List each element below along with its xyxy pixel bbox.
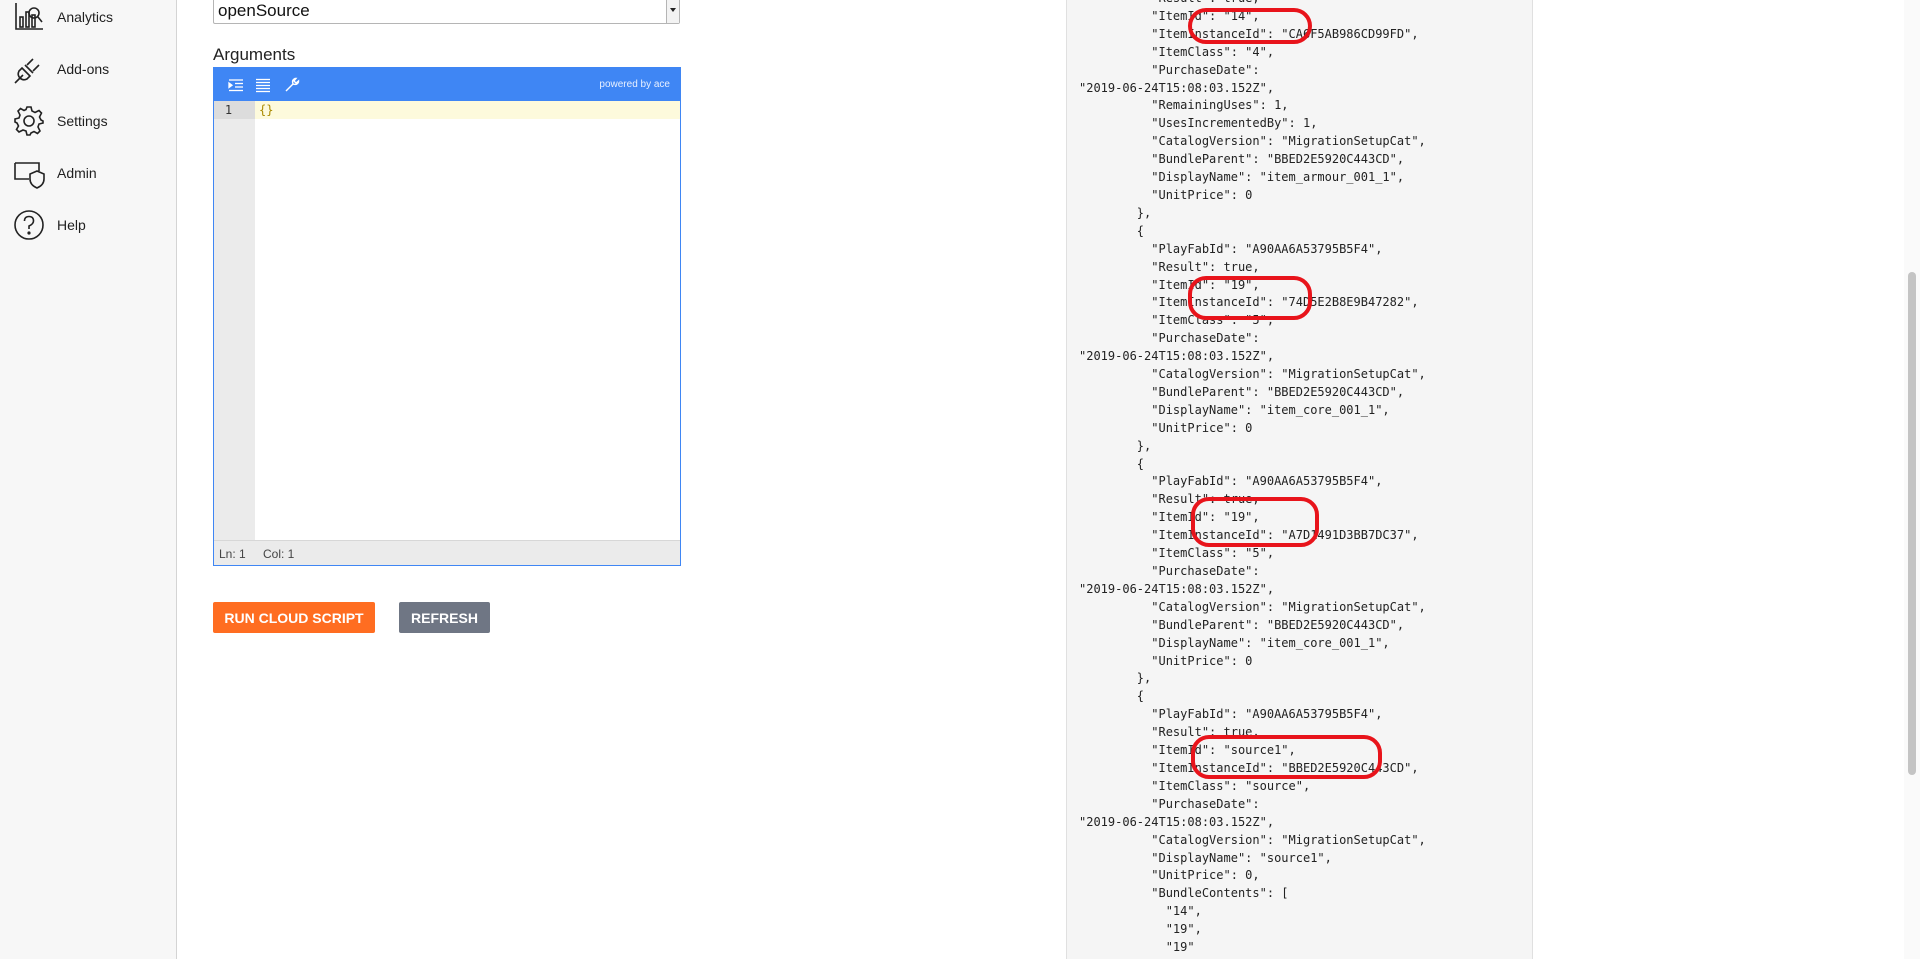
sidebar-item-help[interactable]: Help: [0, 205, 176, 245]
analytics-icon: [13, 1, 45, 33]
run-cloud-script-button[interactable]: Run Cloud Script: [213, 602, 375, 633]
repair-wrench-icon[interactable]: [283, 76, 301, 94]
line-number: 1: [214, 101, 255, 119]
sidebar: Analytics Add-ons Settings Admin Help: [0, 0, 177, 959]
chevron-down-icon[interactable]: [666, 0, 679, 23]
cursor-column: Col: 1: [263, 547, 295, 561]
function-name-select[interactable]: openSource: [213, 0, 680, 24]
page-scrollbar-thumb[interactable]: [1908, 272, 1916, 775]
sidebar-item-analytics[interactable]: Analytics: [0, 0, 176, 37]
editor-line[interactable]: {}: [255, 101, 680, 119]
cursor-line: Ln: 1: [219, 547, 246, 561]
gear-icon: [13, 105, 45, 137]
format-indent-icon[interactable]: [227, 76, 245, 94]
sidebar-item-label: Settings: [57, 113, 108, 129]
plug-icon: [13, 53, 45, 85]
sidebar-item-add-ons[interactable]: Add-ons: [0, 49, 176, 89]
sidebar-item-label: Add-ons: [57, 61, 110, 77]
result-json-text: "Result": true, "ItemId": "14", "ItemIns…: [1079, 0, 1426, 955]
arguments-editor[interactable]: powered by ace 1 {} Ln: 1 Col: 1: [213, 67, 681, 566]
refresh-button[interactable]: Refresh: [399, 602, 490, 633]
sidebar-item-label: Analytics: [57, 9, 114, 25]
sidebar-item-label: Admin: [57, 165, 97, 181]
admin-shield-icon: [13, 157, 45, 189]
editor-gutter: 1: [214, 101, 255, 540]
editor-code-area[interactable]: {}: [255, 101, 680, 540]
result-output-panel[interactable]: "Result": true, "ItemId": "14", "ItemIns…: [1066, 0, 1533, 959]
function-name-value: openSource: [218, 1, 310, 20]
sidebar-item-label: Help: [57, 217, 86, 233]
arguments-label: Arguments: [213, 45, 296, 64]
compact-format-icon[interactable]: [254, 76, 272, 94]
powered-by-ace: powered by ace: [599, 79, 670, 90]
sidebar-item-admin[interactable]: Admin: [0, 153, 176, 193]
editor-toolbar: powered by ace: [214, 68, 680, 101]
editor-statusbar: Ln: 1 Col: 1: [214, 540, 680, 565]
sidebar-item-settings[interactable]: Settings: [0, 101, 176, 141]
help-icon: [13, 209, 45, 241]
